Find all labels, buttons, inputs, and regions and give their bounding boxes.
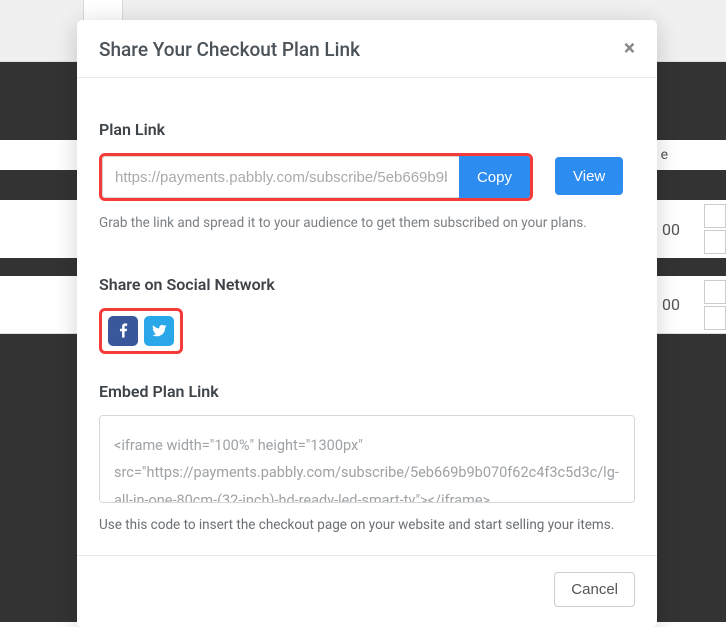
share-checkout-modal: Share Your Checkout Plan Link × Plan Lin… (77, 20, 657, 627)
embed-help-text: Use this code to insert the checkout pag… (99, 517, 635, 533)
modal-title: Share Your Checkout Plan Link (99, 38, 360, 61)
facebook-icon (115, 322, 132, 339)
embed-label: Embed Plan Link (99, 382, 635, 401)
background-row-actions-2 (704, 280, 726, 330)
copy-button[interactable]: Copy (459, 156, 530, 198)
modal-header: Share Your Checkout Plan Link × (77, 20, 657, 78)
cancel-button[interactable]: Cancel (554, 572, 635, 607)
background-action-btn[interactable] (704, 306, 726, 330)
social-buttons-highlight (99, 308, 183, 354)
twitter-share-button[interactable] (144, 316, 174, 346)
plan-link-row: Copy View (99, 153, 635, 201)
plan-link-input-group-highlight: Copy (99, 153, 533, 201)
embed-code-textarea[interactable] (99, 415, 635, 503)
twitter-icon (151, 322, 168, 339)
plan-link-label: Plan Link (99, 120, 635, 139)
facebook-share-button[interactable] (108, 316, 138, 346)
share-social-label: Share on Social Network (99, 275, 635, 294)
modal-body: Plan Link Copy View Grab the link and sp… (77, 78, 657, 555)
background-amount-2: 00 (662, 295, 704, 314)
background-amount-1: 00 (662, 220, 704, 239)
modal-footer: Cancel (77, 555, 657, 627)
plan-link-help-text: Grab the link and spread it to your audi… (99, 213, 635, 235)
background-action-btn[interactable] (704, 230, 726, 254)
background-action-btn[interactable] (704, 280, 726, 304)
close-icon[interactable]: × (624, 39, 635, 60)
view-button[interactable]: View (555, 157, 623, 195)
plan-link-input[interactable] (102, 156, 459, 198)
background-row-actions-1 (704, 204, 726, 254)
background-header-fragment: e (661, 147, 726, 163)
background-action-btn[interactable] (704, 204, 726, 228)
